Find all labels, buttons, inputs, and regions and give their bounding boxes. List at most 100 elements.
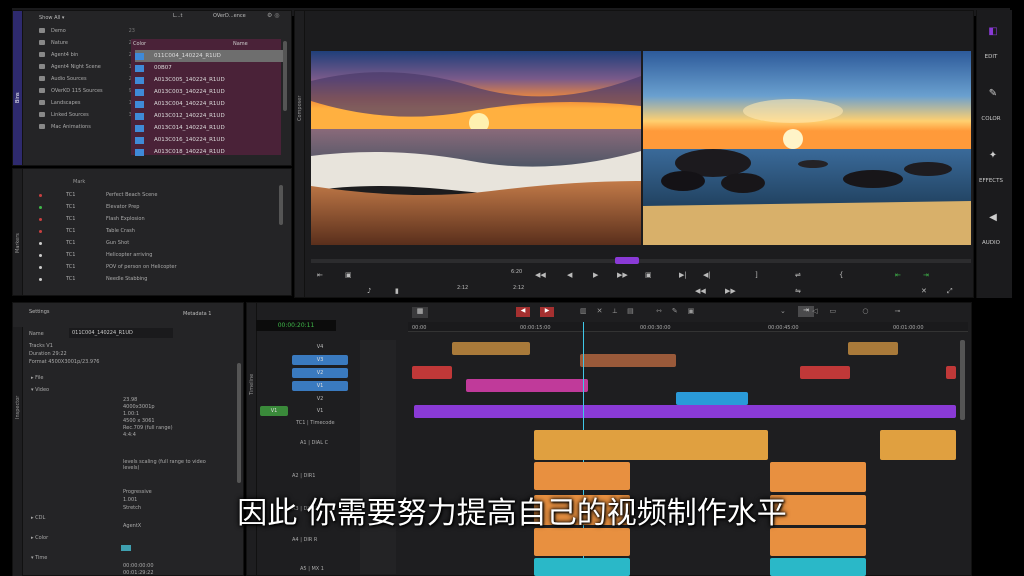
name-field[interactable]: 011C004_140224_R1UD [69, 328, 173, 338]
audio-track-label[interactable]: A4 | DIR R [292, 537, 317, 543]
composer-vtab[interactable]: Composer [295, 11, 305, 297]
track-v2b[interactable]: V2 [292, 394, 348, 404]
position-bar[interactable] [311, 259, 971, 263]
bin-item[interactable]: Agent4 bin23 [39, 49, 135, 60]
playhead-marker[interactable] [615, 257, 639, 264]
play-icon[interactable]: ◀ [567, 271, 572, 279]
markers-scrollbar[interactable] [279, 185, 283, 225]
clip-v4[interactable] [848, 342, 898, 355]
marker-row[interactable]: TC1 Helicopter arriving [39, 249, 289, 261]
clip-v2[interactable] [412, 366, 452, 379]
step-forward-icon[interactable]: ▶▶ [617, 271, 628, 279]
workspace-color[interactable]: COLOR [980, 116, 1002, 122]
timeline-ruler[interactable] [408, 322, 968, 332]
audio-track-label[interactable]: A2 | DIR1 [292, 473, 315, 479]
marker-row[interactable]: TC1 Needle Stabbing [39, 273, 289, 285]
lift-icon[interactable]: { [839, 271, 843, 279]
record-track-button-2[interactable]: ▶ [540, 307, 554, 317]
audio-clip[interactable] [880, 430, 956, 460]
splice-icon[interactable]: ⇌ [795, 271, 801, 279]
settings-tab[interactable]: Settings [29, 309, 50, 315]
audio-clip[interactable] [770, 528, 866, 556]
overwrite-icon[interactable]: ◀| [703, 271, 711, 279]
lock-icon[interactable]: ▮ [395, 287, 399, 295]
workspace-effects[interactable]: EFFECTS [974, 178, 1008, 184]
clip-row[interactable]: A013C014_140224_R1UD [135, 122, 285, 134]
select-tool-icon[interactable]: ▦ [412, 307, 428, 318]
bin-item[interactable]: OVerKD 115 Sources90 [39, 85, 135, 96]
source-viewer[interactable] [311, 51, 641, 245]
bins-vtab[interactable]: Bins [13, 11, 23, 165]
clip-row[interactable]: A013C003_140224_R1UD [135, 86, 285, 98]
bin-item[interactable]: Mac Animations9 [39, 121, 135, 132]
audio-clip-cyan[interactable] [770, 558, 866, 576]
edit-icon[interactable]: ◧ [982, 26, 1004, 37]
green-in-icon[interactable]: ⇤ [895, 271, 901, 279]
audio-clip[interactable] [534, 528, 630, 556]
bin-item[interactable]: Landscapes18 [39, 97, 135, 108]
audio-track-label[interactable]: A5 | MX 1 [300, 566, 324, 572]
clip-v2[interactable] [946, 366, 956, 379]
workspace-audio[interactable]: AUDIO [980, 240, 1002, 246]
track-v2[interactable]: V2 [292, 368, 348, 378]
marker-row[interactable]: TC1 Table Crash [39, 225, 289, 237]
marker-row[interactable]: TC1 Elevator Prep [39, 201, 289, 213]
audio-icon[interactable]: ◀ [982, 212, 1004, 223]
timeline-scrollbar[interactable] [960, 340, 965, 420]
settings-scrollbar[interactable] [237, 363, 241, 483]
bin-item[interactable]: Audio Sources24 [39, 73, 135, 84]
green-out-icon[interactable]: ⇥ [923, 271, 929, 279]
audio-clip[interactable] [534, 430, 768, 460]
track-v1[interactable]: V1 [292, 381, 348, 391]
clip-v1-upper[interactable] [676, 392, 748, 405]
source-icon[interactable]: ▣ [345, 271, 352, 279]
clip-row[interactable]: A013C018_140224_R1UD [135, 146, 285, 158]
clip-row[interactable]: 00B07 [135, 62, 285, 74]
marker-row[interactable]: TC1 POV of person on Helicopter [39, 261, 289, 273]
audio-clip[interactable] [534, 462, 630, 490]
mark-in-icon[interactable]: ⇤ [317, 271, 323, 279]
bins-scrollbar[interactable] [283, 41, 287, 111]
clip-v1[interactable] [414, 405, 956, 418]
fullscreen-icon[interactable]: ✕ [921, 287, 927, 295]
timeline-timecode[interactable]: 00:00:20:11 [256, 320, 336, 331]
clip-row[interactable]: A013C005_140224_R1UD [135, 74, 285, 86]
timeline-vtab[interactable]: Timeline [247, 303, 257, 575]
marker-row[interactable]: TC1 Flash Explosion [39, 213, 289, 225]
effects-icon[interactable]: ✦ [982, 150, 1004, 161]
video-section[interactable]: ▾ Video [31, 387, 49, 393]
bin-item[interactable]: Agent4 Night Scene14 [39, 61, 135, 72]
record-track-button[interactable]: ◀ [516, 307, 530, 317]
track-lock-column[interactable] [360, 340, 396, 574]
track-v1b[interactable]: V1 [292, 406, 348, 416]
bin-dropdown[interactable]: Show All ▾ [39, 13, 99, 23]
clip-row[interactable]: A013C012_140224_R1UD [135, 110, 285, 122]
bin-item[interactable]: Demo 23 [39, 25, 135, 36]
track-v3[interactable]: V3 [292, 355, 348, 365]
audio-clip-cyan[interactable] [534, 558, 630, 576]
color-section[interactable]: ▸ Color [31, 535, 48, 541]
trim-right-icon[interactable]: ▶▶ [725, 287, 736, 295]
inspector-vtab[interactable]: Inspector [13, 327, 23, 576]
color-icon[interactable]: ✎ [982, 88, 1004, 99]
metadata-dropdown[interactable]: Metadata 1 [183, 311, 211, 317]
bin-item[interactable]: Linked Sources33 [39, 109, 135, 120]
bin-header-icons[interactable]: ⚙ ◎ [267, 12, 280, 19]
step-back-icon[interactable]: ◀◀ [535, 271, 546, 279]
bin-tab-a[interactable]: L...t [173, 13, 183, 19]
extract-icon[interactable]: ⇋ [795, 287, 801, 295]
bin-tab-b[interactable]: OVerD...ence [213, 13, 246, 19]
toolbar-tools[interactable]: ▥✕⟂▤ ⇿✎▣ [580, 307, 704, 316]
markers-vtab[interactable]: Markers [13, 169, 23, 295]
trim-left-icon[interactable]: ◀◀ [695, 287, 706, 295]
audio-meter-icon[interactable]: ♪ [367, 287, 371, 295]
clip-v1-upper[interactable] [466, 379, 588, 392]
workspace-edit[interactable]: EDIT [980, 54, 1002, 60]
go-next-icon[interactable]: ▶| [679, 271, 687, 279]
track-v4[interactable]: V4 [292, 342, 348, 352]
pause-icon[interactable]: ▶ [593, 271, 598, 279]
record-viewer[interactable] [643, 51, 971, 245]
clip-row[interactable]: 011C004_140224_R1UD [135, 50, 285, 62]
clip-row[interactable]: A013C004_140224_R1UD [135, 98, 285, 110]
toolbar-tools-right[interactable]: ⌄ ◁▭ ○ ⊸ [780, 307, 913, 315]
